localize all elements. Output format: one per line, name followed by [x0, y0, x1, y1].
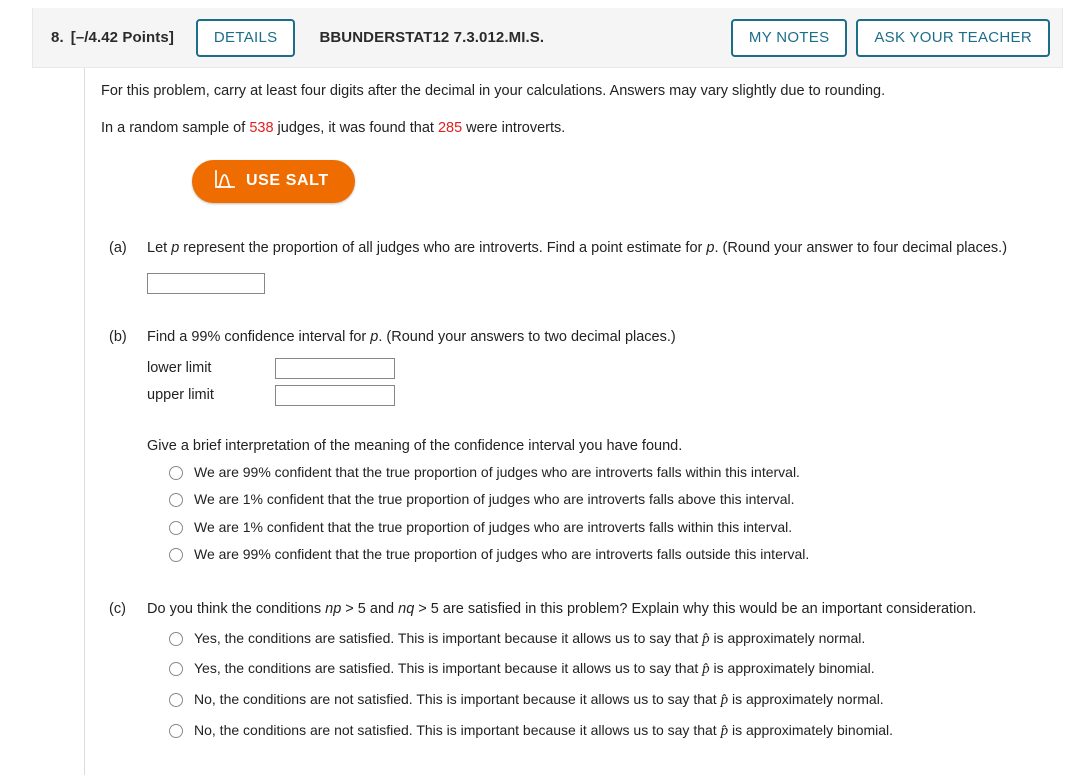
part-b-option-1[interactable]: We are 99% confident that the true propo…: [169, 464, 1063, 482]
radio-icon[interactable]: [169, 493, 183, 508]
part-b-options: We are 99% confident that the true propo…: [147, 464, 1063, 564]
part-b: (b) Find a 99% confidence interval for p…: [85, 294, 1063, 564]
radio-icon[interactable]: [169, 520, 183, 535]
part-a-prompt-1: Let: [147, 240, 172, 257]
part-a-label: (a): [109, 240, 127, 257]
p-hat-symbol: p̂: [720, 692, 729, 709]
my-notes-button[interactable]: MY NOTES: [730, 18, 848, 57]
part-b-option-2[interactable]: We are 1% confident that the true propor…: [169, 491, 1063, 509]
part-b-label: (b): [109, 328, 127, 345]
successes-value: 285: [437, 119, 463, 136]
part-c-body: Do you think the conditions np > 5 and n…: [147, 600, 1063, 753]
part-a-body: Let p represent the proportion of all ju…: [147, 239, 1063, 294]
lower-limit-row: lower limit: [147, 357, 395, 385]
part-c-option-4-post: is approximately binomial.: [728, 721, 894, 738]
part-c-option-4-label: No, the conditions are not satisfied. Th…: [194, 722, 893, 741]
part-b-prompt: Find a 99% confidence interval for p. (R…: [147, 328, 1047, 347]
part-a-prompt-3: . (Round your answer to four decimal pla…: [714, 240, 1008, 257]
question-header-bar: 8. [–/4.42 Points] DETAILS BBUNDERSTAT12 …: [32, 8, 1063, 68]
radio-icon[interactable]: [169, 631, 183, 646]
part-a-prompt: Let p represent the proportion of all ju…: [147, 239, 1047, 258]
part-c-option-2[interactable]: Yes, the conditions are satisfied. This …: [169, 660, 1063, 679]
part-c-np-term: np: [325, 600, 342, 617]
part-c-option-2-pre: Yes, the conditions are satisfied. This …: [194, 660, 703, 677]
lower-limit-cell: [275, 357, 395, 385]
intro-text-post: were introverts.: [462, 119, 566, 136]
part-c-prompt-2: > 5 and: [341, 600, 399, 617]
intro-sample-statement: In a random sample of 538 judges, it was…: [85, 102, 1063, 139]
part-b-option-3-label: We are 1% confident that the true propor…: [194, 518, 793, 535]
part-c: (c) Do you think the conditions np > 5 a…: [85, 564, 1063, 753]
sample-size-value: 538: [249, 119, 274, 136]
part-a: (a) Let p represent the proportion of al…: [85, 203, 1063, 294]
part-c-option-1-label: Yes, the conditions are satisfied. This …: [194, 630, 865, 649]
part-c-label: (c): [109, 600, 126, 617]
part-b-option-2-label: We are 1% confident that the true propor…: [194, 491, 795, 508]
use-salt-button[interactable]: USE SALT: [192, 160, 355, 204]
part-b-interpretation-prompt: Give a brief interpretation of the meani…: [147, 437, 683, 454]
p-hat-symbol: p̂: [720, 722, 729, 739]
confidence-interval-limits: lower limit upper limit: [147, 357, 395, 412]
intro-text-mid: judges, it was found that: [273, 119, 438, 136]
p-hat-symbol: p̂: [702, 661, 710, 678]
part-b-option-4[interactable]: We are 99% confident that the true propo…: [169, 546, 1063, 564]
ask-your-teacher-button[interactable]: ASK YOUR TEACHER: [856, 18, 1050, 57]
question-number-points: 8. [–/4.42 Points]: [51, 29, 174, 46]
part-b-option-1-label: We are 99% confident that the true propo…: [194, 463, 800, 480]
question-content: For this problem, carry at least four di…: [84, 68, 1063, 775]
upper-limit-row: upper limit: [147, 384, 395, 412]
part-c-option-4[interactable]: No, the conditions are not satisfied. Th…: [169, 722, 1063, 741]
question-number: 8.: [51, 29, 64, 46]
question-points: [–/4.42 Points]: [70, 29, 174, 46]
part-c-option-2-post: is approximately binomial.: [709, 660, 875, 677]
question-code: BBUNDERSTAT12 7.3.012.MI.S.: [319, 29, 545, 46]
part-a-answer-input[interactable]: [147, 272, 265, 294]
part-b-prompt-1: Find a 99% confidence interval for: [147, 328, 371, 345]
lower-limit-label: lower limit: [147, 360, 212, 377]
part-c-prompt-3: > 5 are satisfied in this problem? Expla…: [414, 600, 977, 617]
intro-text-pre: In a random sample of: [101, 119, 250, 136]
part-c-option-2-label: Yes, the conditions are satisfied. This …: [194, 660, 875, 679]
upper-limit-label: upper limit: [147, 387, 214, 404]
part-b-body: Find a 99% confidence interval for p. (R…: [147, 328, 1063, 564]
part-c-option-3-label: No, the conditions are not satisfied. Th…: [194, 691, 884, 710]
radio-icon[interactable]: [169, 693, 183, 708]
radio-icon[interactable]: [169, 465, 183, 480]
part-a-prompt-2: represent the proportion of all judges w…: [179, 240, 707, 257]
upper-limit-input[interactable]: [275, 384, 395, 406]
intro-rounding-note: For this problem, carry at least four di…: [101, 83, 886, 99]
part-c-option-1[interactable]: Yes, the conditions are satisfied. This …: [169, 630, 1063, 649]
radio-icon[interactable]: [169, 662, 183, 677]
part-c-options: Yes, the conditions are satisfied. This …: [147, 630, 1063, 741]
p-hat-symbol: p̂: [702, 630, 710, 647]
part-b-option-4-label: We are 99% confident that the true propo…: [194, 546, 810, 563]
radio-icon[interactable]: [169, 548, 183, 563]
part-c-option-3-pre: No, the conditions are not satisfied. Th…: [194, 691, 721, 708]
part-c-option-1-pre: Yes, the conditions are satisfied. This …: [194, 629, 703, 646]
lower-limit-input[interactable]: [275, 357, 395, 379]
part-b-option-3[interactable]: We are 1% confident that the true propor…: [169, 519, 1063, 537]
distribution-curve-icon: [214, 170, 235, 192]
upper-limit-cell: [275, 384, 395, 412]
details-button[interactable]: DETAILS: [195, 18, 296, 57]
radio-icon[interactable]: [169, 723, 183, 738]
part-c-prompt: Do you think the conditions np > 5 and n…: [147, 600, 1037, 619]
use-salt-label: USE SALT: [246, 172, 329, 190]
part-c-option-3[interactable]: No, the conditions are not satisfied. Th…: [169, 691, 1063, 710]
part-c-prompt-1: Do you think the conditions: [147, 600, 326, 617]
part-c-option-3-post: is approximately normal.: [728, 691, 884, 708]
part-c-nq-term: nq: [398, 600, 415, 617]
part-b-prompt-2: . (Round your answers to two decimal pla…: [378, 328, 676, 345]
part-c-option-4-pre: No, the conditions are not satisfied. Th…: [194, 721, 721, 738]
part-c-option-1-post: is approximately normal.: [709, 629, 866, 646]
salt-button-wrapper: USE SALT: [85, 138, 1063, 204]
